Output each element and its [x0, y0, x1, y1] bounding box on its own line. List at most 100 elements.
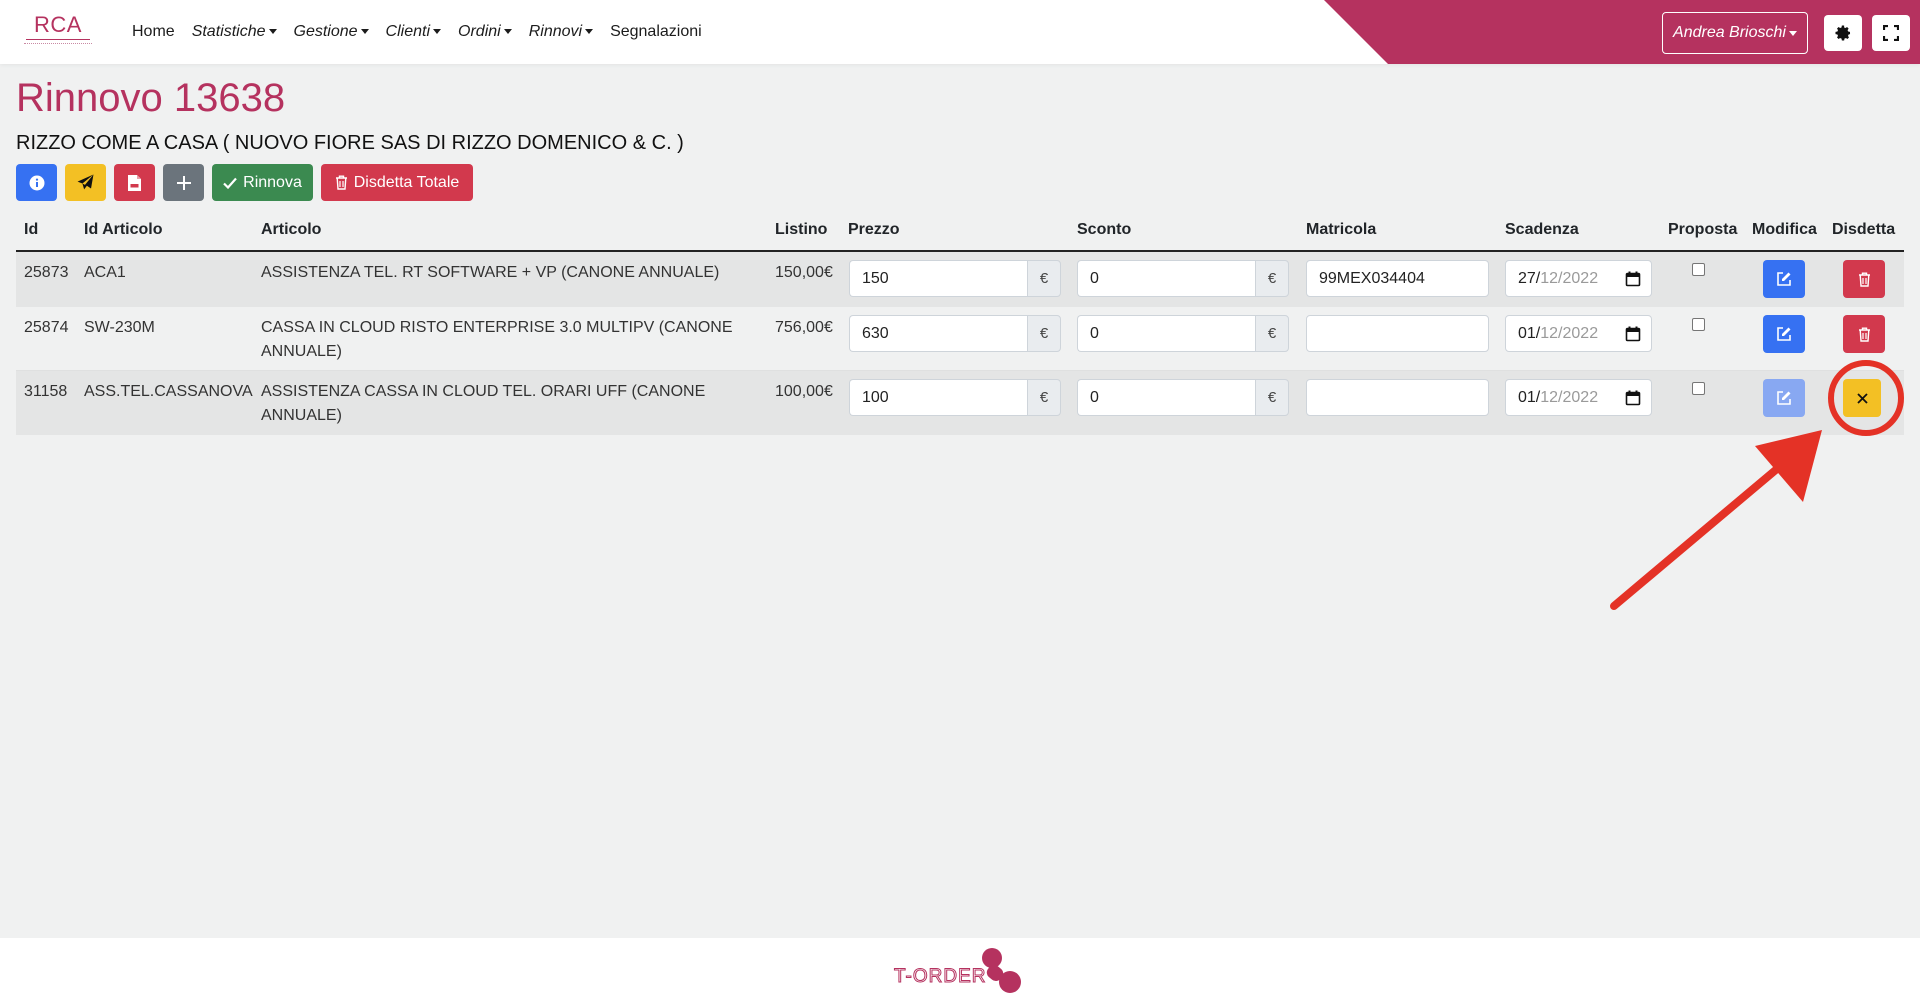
expand-icon: [1883, 25, 1899, 41]
add-button[interactable]: [163, 164, 204, 201]
date-month-year: 12/2022: [1540, 388, 1599, 406]
pdf-file-icon: [128, 174, 141, 191]
calendar-icon[interactable]: [1625, 390, 1641, 406]
calendar-icon[interactable]: [1625, 326, 1641, 342]
sconto-input-group: 0 €: [1077, 315, 1289, 352]
proposta-checkbox[interactable]: [1692, 382, 1705, 395]
logo-text: RCA: [34, 12, 82, 37]
client-name: RIZZO COME A CASA ( NUOVO FIORE SAS DI R…: [16, 132, 684, 154]
th-matricola[interactable]: Matricola: [1306, 221, 1376, 239]
matricola-input[interactable]: 99MEX034404: [1306, 260, 1489, 297]
nav-rinnovi[interactable]: Rinnovi: [529, 23, 594, 41]
pdf-button[interactable]: [114, 164, 155, 201]
check-icon: [223, 177, 237, 189]
sconto-input[interactable]: 0: [1077, 315, 1255, 352]
table-row: 25873 ACA1 ASSISTENZA TEL. RT SOFTWARE +…: [16, 252, 1904, 307]
scadenza-date-input[interactable]: 01/12/2022: [1505, 315, 1652, 352]
edit-button[interactable]: [1763, 315, 1805, 353]
cell-id: 25873: [24, 264, 69, 281]
nav-segnalazioni[interactable]: Segnalazioni: [610, 23, 702, 41]
nav-ordini[interactable]: Ordini: [458, 23, 512, 41]
th-listino[interactable]: Listino: [775, 221, 827, 239]
prezzo-input[interactable]: 100: [849, 379, 1027, 416]
nav-gestione[interactable]: Gestione: [294, 23, 369, 41]
page-title: Rinnovo 13638: [16, 76, 286, 120]
scadenza-date-input[interactable]: 27/12/2022: [1505, 260, 1652, 297]
proposta-checkbox[interactable]: [1692, 263, 1705, 276]
cell-id-articolo: SW-230M: [84, 319, 155, 336]
info-button[interactable]: [16, 164, 57, 201]
sconto-input-group: 0 €: [1077, 260, 1289, 297]
gear-icon: [1835, 25, 1851, 41]
cell-id: 25874: [24, 319, 69, 336]
trash-icon: [1858, 327, 1870, 342]
disdetta-totale-button[interactable]: Disdetta Totale: [321, 164, 473, 201]
footer-logo-text: T-ORDER: [894, 966, 987, 988]
currency-addon: €: [1027, 260, 1061, 297]
th-id[interactable]: Id: [24, 221, 38, 239]
proposta-checkbox[interactable]: [1692, 318, 1705, 331]
cell-articolo: ASSISTENZA CASSA IN CLOUD TEL. ORARI UFF…: [261, 383, 706, 424]
currency-addon: €: [1255, 315, 1289, 352]
th-prezzo[interactable]: Prezzo: [848, 221, 900, 239]
date-day: 01/: [1518, 324, 1541, 342]
delete-button[interactable]: [1843, 260, 1885, 298]
prezzo-input[interactable]: 630: [849, 315, 1027, 352]
delete-button[interactable]: [1843, 315, 1885, 353]
date-month-year: 12/2022: [1540, 269, 1599, 287]
th-disdetta[interactable]: Disdetta: [1832, 221, 1895, 239]
currency-addon: €: [1255, 260, 1289, 297]
trash-icon: [1858, 272, 1870, 287]
th-sconto[interactable]: Sconto: [1077, 221, 1131, 239]
cell-id-articolo: ACA1: [84, 264, 126, 281]
chevron-down-icon: [1788, 30, 1797, 36]
logo-tagline: [24, 43, 92, 46]
rinnova-button[interactable]: Rinnova: [212, 164, 313, 201]
user-menu-button[interactable]: Andrea Brioschi: [1662, 12, 1808, 54]
chevron-down-icon: [268, 29, 277, 34]
nav-clienti[interactable]: Clienti: [386, 23, 442, 41]
rinnova-label: Rinnova: [243, 173, 302, 191]
cell-listino: 100,00€: [775, 383, 833, 400]
matricola-input[interactable]: [1306, 379, 1489, 416]
th-proposta[interactable]: Proposta: [1668, 221, 1737, 239]
matricola-input[interactable]: [1306, 315, 1489, 352]
nav-statistiche[interactable]: Statistiche: [192, 23, 277, 41]
cell-id: 31158: [24, 383, 68, 400]
paper-plane-icon: [77, 174, 94, 190]
sconto-input[interactable]: 0: [1077, 379, 1255, 416]
currency-addon: €: [1027, 315, 1061, 352]
edit-icon: [1777, 391, 1791, 405]
settings-button[interactable]: [1824, 15, 1862, 51]
disdetta-totale-label: Disdetta Totale: [353, 173, 460, 191]
action-toolbar: Rinnova Disdetta Totale: [16, 164, 473, 201]
table-row: 25874 SW-230M CASSA IN CLOUD RISTO ENTER…: [16, 307, 1904, 371]
th-scadenza[interactable]: Scadenza: [1505, 221, 1579, 239]
th-modifica[interactable]: Modifica: [1752, 221, 1817, 239]
calendar-icon[interactable]: [1625, 271, 1641, 287]
currency-addon: €: [1027, 379, 1061, 416]
prezzo-input-group: 630 €: [849, 315, 1061, 352]
send-button[interactable]: [65, 164, 106, 201]
date-month-year: 12/2022: [1540, 324, 1599, 342]
prezzo-input-group: 150 €: [849, 260, 1061, 297]
currency-addon: €: [1255, 379, 1289, 416]
chevron-down-icon: [433, 29, 442, 34]
edit-button[interactable]: [1763, 260, 1805, 298]
th-id-articolo[interactable]: Id Articolo: [84, 221, 163, 239]
trash-icon: [335, 175, 347, 190]
th-articolo[interactable]: Articolo: [261, 221, 321, 239]
edit-icon: [1777, 272, 1791, 286]
sconto-input[interactable]: 0: [1077, 260, 1255, 297]
prezzo-input[interactable]: 150: [849, 260, 1027, 297]
rca-logo[interactable]: RCA: [20, 12, 96, 50]
top-navbar: RCA Home Statistiche Gestione Clienti Or…: [0, 0, 1920, 64]
fullscreen-button[interactable]: [1872, 15, 1910, 51]
nav-home[interactable]: Home: [132, 23, 175, 41]
cell-articolo: ASSISTENZA TEL. RT SOFTWARE + VP (CANONE…: [261, 264, 720, 281]
info-icon: [29, 175, 44, 190]
cell-articolo: CASSA IN CLOUD RISTO ENTERPRISE 3.0 MULT…: [261, 319, 733, 360]
nav-menu: Home Statistiche Gestione Clienti Ordini…: [132, 0, 702, 64]
date-day: 01/: [1518, 388, 1541, 406]
footer: T-ORDER: [0, 938, 1920, 1001]
